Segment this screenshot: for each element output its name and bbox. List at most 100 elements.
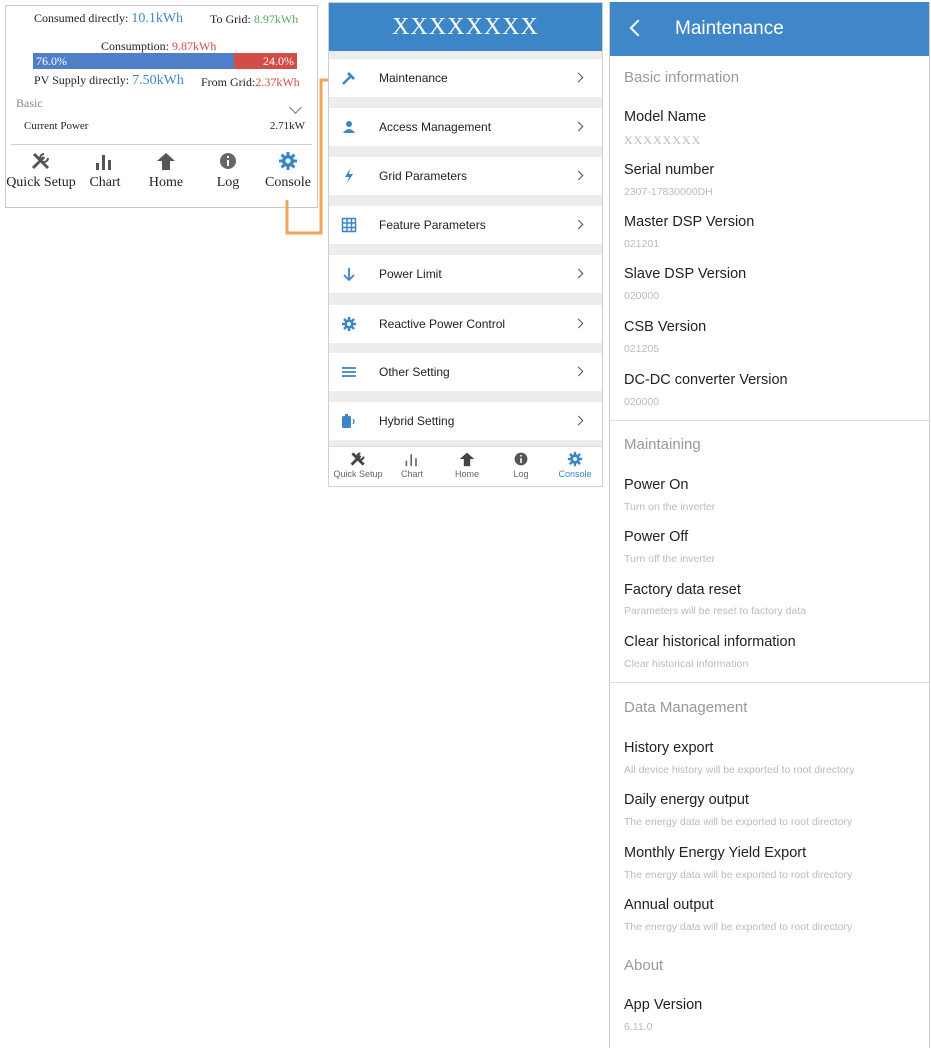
arrow-down-icon: [343, 268, 355, 282]
factory-reset-label: Factory data reset: [624, 582, 741, 598]
csb-version-label: CSB Version: [624, 319, 707, 335]
current-power-value: 2.71kW: [269, 120, 305, 132]
menu-item-label: Reactive Power Control: [379, 317, 506, 331]
lightning-icon: [345, 169, 353, 183]
nav-label: Quick Setup: [333, 469, 383, 479]
nav-chart[interactable]: Chart: [384, 451, 440, 479]
grid-table-icon: [341, 217, 357, 233]
menu-item-maintenance[interactable]: Maintenance: [329, 59, 602, 97]
model-name-label: Model Name: [624, 109, 707, 125]
bar-chart-icon: [405, 454, 417, 467]
menu-item-feature-parameters[interactable]: Feature Parameters: [329, 206, 602, 244]
consumption-label: Consumption:: [101, 39, 170, 53]
info-icon: [220, 153, 236, 169]
grid-pct: 24.0%: [263, 54, 294, 68]
model-name-value: XXXXXXXX: [624, 133, 702, 147]
nav-label: Home: [148, 175, 184, 190]
factory-reset-desc: Parameters will be reset to factory data: [624, 605, 807, 617]
divider: [610, 420, 929, 421]
maintenance-header: Maintenance: [610, 2, 929, 56]
chevron-right-icon: [573, 318, 584, 329]
console-title: XXXXXXXX: [329, 3, 602, 51]
chevron-right-icon: [573, 219, 584, 230]
person-icon: [343, 121, 355, 133]
menu-item-hybrid-setting[interactable]: Hybrid Setting: [329, 402, 602, 440]
chevron-right-icon: [573, 72, 584, 83]
menu-lines-icon: [342, 367, 356, 377]
info-icon: [514, 452, 528, 466]
grid-fill: 24.0%: [234, 53, 297, 69]
tools-icon: [350, 452, 365, 466]
app-version-value: 6.11.0: [624, 1021, 653, 1033]
consumed-directly: Consumed directly: 10.1kWh: [34, 11, 183, 27]
menu-item-label: Access Management: [379, 120, 492, 134]
menu-item-power-limit[interactable]: Power Limit: [329, 255, 602, 293]
from-grid-value: 2.37kWh: [255, 75, 300, 89]
pv-supply-value: 7.50kWh: [132, 73, 184, 88]
clear-history-label: Clear historical information: [624, 634, 796, 650]
app-version-label: App Version: [624, 997, 703, 1013]
daily-output-desc: The energy data will be exported to root…: [624, 816, 853, 828]
hammer-icon: [342, 72, 355, 85]
dcdc-version-label: DC-DC converter Version: [624, 372, 788, 388]
power-off-label: Power Off: [624, 529, 689, 545]
nav-console[interactable]: Console: [547, 451, 603, 479]
section-header-data-management: Data Management: [624, 699, 748, 716]
gear-icon: [279, 152, 297, 170]
chevron-right-icon: [573, 170, 584, 181]
pv-supply: PV Supply directly: 7.50kWh: [34, 73, 184, 89]
basic-section-label: Basic: [16, 96, 43, 110]
self-consumption-pct: 76.0%: [36, 54, 67, 68]
back-arrow-icon[interactable]: [629, 19, 647, 37]
nav-console[interactable]: Console: [253, 151, 323, 191]
consumption-ratio-bar: 76.0% 24.0%: [33, 53, 297, 69]
menu-item-other-setting[interactable]: Other Setting: [329, 353, 602, 391]
nav-home[interactable]: Home: [439, 451, 495, 479]
menu-item-label: Other Setting: [379, 365, 450, 379]
nav-label: Home: [454, 469, 479, 479]
to-grid-value: 8.97kWh: [253, 12, 299, 26]
chevron-right-icon: [573, 366, 584, 377]
nav-home[interactable]: Home: [131, 151, 201, 191]
pv-supply-label: PV Supply directly:: [34, 73, 130, 87]
self-consumption-fill: 76.0%: [33, 53, 234, 69]
divider: [11, 144, 312, 145]
nav-quick-setup[interactable]: Quick Setup: [6, 151, 76, 191]
bar-chart-icon: [96, 155, 111, 170]
menu-item-label: Feature Parameters: [379, 218, 486, 232]
chevron-right-icon: [573, 268, 584, 279]
csb-version-value: 021205: [624, 343, 660, 355]
menu-item-reactive-power-control[interactable]: Reactive Power Control: [329, 305, 602, 343]
from-grid: From Grid:2.37kWh: [201, 75, 300, 90]
slave-dsp-value: 020000: [624, 290, 660, 302]
nav-label: Log: [513, 469, 529, 479]
slave-dsp-label: Slave DSP Version: [624, 266, 747, 282]
consumption-value: 9.87kWh: [172, 39, 217, 53]
nav-chart[interactable]: Chart: [70, 151, 140, 191]
power-on-label: Power On: [624, 477, 689, 493]
console-panel: XXXXXXXX Maintenance Access Management G…: [328, 2, 603, 487]
consumed-directly-label: Consumed directly:: [34, 11, 129, 25]
chevron-down-icon[interactable]: [289, 101, 302, 114]
menu-item-label: Power Limit: [379, 267, 442, 281]
annual-output-label: Annual output: [624, 897, 714, 913]
power-off-desc: Turn off the inverter: [624, 553, 716, 565]
annual-output-desc: The energy data will be exported to root…: [624, 921, 853, 933]
daily-output-label: Daily energy output: [624, 792, 749, 808]
history-export-desc: All device history will be exported to r…: [624, 764, 855, 776]
menu-item-grid-parameters[interactable]: Grid Parameters: [329, 157, 602, 195]
consumption: Consumption: 9.87kWh: [101, 39, 216, 54]
menu-item-access-management[interactable]: Access Management: [329, 108, 602, 146]
history-export-label: History export: [624, 740, 714, 756]
from-grid-label: From Grid:: [201, 75, 256, 89]
gear-icon: [342, 317, 356, 331]
nav-label: Chart: [400, 469, 423, 479]
battery-icon: [342, 414, 355, 428]
nav-log[interactable]: Log: [493, 451, 549, 479]
dcdc-version-value: 020000: [624, 396, 660, 408]
nav-quick-setup[interactable]: Quick Setup: [330, 451, 386, 479]
master-dsp-label: Master DSP Version: [624, 214, 755, 230]
section-header-maintaining: Maintaining: [624, 436, 701, 453]
chevron-right-icon: [573, 415, 584, 426]
nav-label: Console: [558, 469, 592, 479]
